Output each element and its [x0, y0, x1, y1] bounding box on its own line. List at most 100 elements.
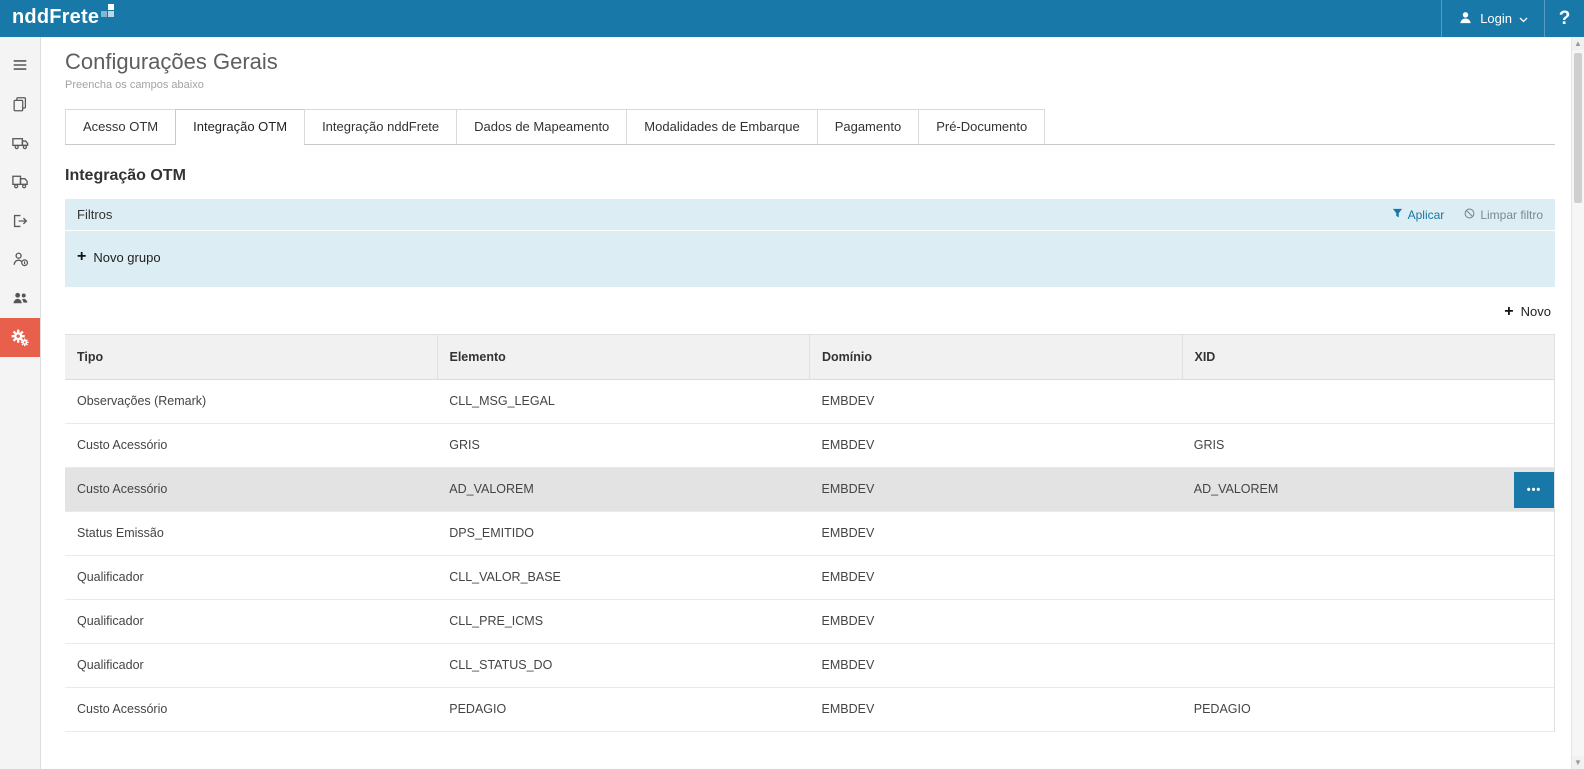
cell-dominio: EMBDEV — [810, 424, 1182, 467]
help-icon: ? — [1559, 8, 1571, 30]
sidebar-item-billing[interactable] — [0, 240, 40, 279]
new-group-label: Novo grupo — [93, 250, 160, 265]
cell-elemento: CLL_PRE_ICMS — [437, 600, 809, 643]
filters-header: Filtros Aplicar Limpar filtro — [65, 199, 1555, 231]
filters-actions: Aplicar Limpar filtro — [1392, 208, 1543, 222]
sidebar-item-export[interactable] — [0, 201, 40, 240]
filters-panel: Filtros Aplicar Limpar filtro — [65, 199, 1555, 287]
table-row[interactable]: Qualificador CLL_STATUS_DO EMBDEV — [65, 644, 1554, 688]
clear-filter-button[interactable]: Limpar filtro — [1464, 208, 1543, 222]
cell-xid — [1182, 556, 1554, 599]
filters-body: + Novo grupo — [65, 231, 1555, 287]
cell-xid: AD_VALOREM — [1182, 468, 1554, 511]
brand-text: nddFrete — [12, 5, 99, 29]
truck-icon — [11, 133, 30, 152]
column-header-dominio[interactable]: Domínio — [809, 335, 1182, 379]
apply-filter-label: Aplicar — [1408, 208, 1445, 222]
scrollbar-down-arrow[interactable]: ▼ — [1572, 756, 1584, 769]
sidebar-item-shipments[interactable] — [0, 162, 40, 201]
table-row[interactable]: Custo Acessório GRIS EMBDEV GRIS — [65, 424, 1554, 468]
section-title: Integração OTM — [65, 167, 1555, 185]
cell-xid — [1182, 644, 1554, 687]
tabs: Acesso OTM Integração OTM Integração ndd… — [65, 109, 1555, 145]
tab-modalidades-de-embarque[interactable]: Modalidades de Embarque — [626, 109, 817, 144]
vertical-scrollbar[interactable]: ▲ ▼ — [1571, 37, 1584, 769]
column-header-tipo[interactable]: Tipo — [65, 335, 437, 379]
sidebar — [0, 37, 41, 769]
cell-tipo: Qualificador — [65, 644, 437, 687]
chevron-down-icon — [1519, 11, 1528, 26]
users-icon — [11, 289, 30, 308]
apply-filter-button[interactable]: Aplicar — [1392, 208, 1445, 222]
cell-xid — [1182, 380, 1554, 423]
sidebar-item-settings[interactable] — [0, 318, 40, 357]
sidebar-item-documents[interactable] — [0, 84, 40, 123]
table-header-row: Tipo Elemento Domínio XID — [65, 335, 1554, 380]
login-label: Login — [1480, 11, 1512, 26]
tab-pagamento[interactable]: Pagamento — [817, 109, 920, 144]
page-title: Configurações Gerais — [65, 49, 1555, 75]
cell-dominio: EMBDEV — [810, 556, 1182, 599]
column-header-xid[interactable]: XID — [1182, 335, 1555, 379]
login-menu[interactable]: Login — [1441, 0, 1544, 37]
cell-dominio: EMBDEV — [810, 600, 1182, 643]
new-button-label: Novo — [1521, 304, 1551, 319]
truck-box-icon — [11, 172, 30, 191]
table-row[interactable]: Status Emissão DPS_EMITIDO EMBDEV — [65, 512, 1554, 556]
table-row-selected[interactable]: Custo Acessório AD_VALOREM EMBDEV AD_VAL… — [65, 468, 1554, 512]
sidebar-item-trucks[interactable] — [0, 123, 40, 162]
brand-logo[interactable]: nddFrete — [12, 5, 115, 37]
tab-integracao-nddfrete[interactable]: Integração nddFrete — [304, 109, 457, 144]
cell-tipo: Custo Acessório — [65, 688, 437, 731]
funnel-icon — [1392, 208, 1403, 222]
cell-dominio: EMBDEV — [810, 688, 1182, 731]
new-group-button[interactable]: + Novo grupo — [77, 250, 161, 265]
new-button[interactable]: + Novo — [1504, 304, 1551, 319]
hamburger-icon — [11, 56, 29, 74]
column-header-elemento[interactable]: Elemento — [437, 335, 810, 379]
cell-tipo: Qualificador — [65, 600, 437, 643]
tab-dados-de-mapeamento[interactable]: Dados de Mapeamento — [456, 109, 627, 144]
sidebar-item-users[interactable] — [0, 279, 40, 318]
cell-elemento: CLL_MSG_LEGAL — [437, 380, 809, 423]
tab-pre-documento[interactable]: Pré-Documento — [918, 109, 1045, 144]
row-actions-button[interactable]: ••• — [1514, 472, 1554, 508]
ban-icon — [1464, 208, 1475, 222]
topbar: nddFrete Login ? — [0, 0, 1584, 37]
filters-title: Filtros — [77, 207, 112, 222]
plus-icon: + — [77, 251, 86, 263]
table-row[interactable]: Qualificador CLL_VALOR_BASE EMBDEV — [65, 556, 1554, 600]
cell-elemento: PEDAGIO — [437, 688, 809, 731]
brand-squares-icon — [101, 4, 115, 23]
cell-elemento: CLL_VALOR_BASE — [437, 556, 809, 599]
table-row[interactable]: Observações (Remark) CLL_MSG_LEGAL EMBDE… — [65, 380, 1554, 424]
cell-dominio: EMBDEV — [810, 380, 1182, 423]
cell-dominio: EMBDEV — [810, 512, 1182, 555]
scrollbar-up-arrow[interactable]: ▲ — [1572, 37, 1584, 50]
user-icon — [1458, 10, 1473, 28]
help-button[interactable]: ? — [1544, 0, 1584, 37]
cell-tipo: Status Emissão — [65, 512, 437, 555]
copy-icon — [11, 95, 29, 113]
cell-elemento: AD_VALOREM — [437, 468, 809, 511]
cell-tipo: Observações (Remark) — [65, 380, 437, 423]
tab-integracao-otm[interactable]: Integração OTM — [175, 109, 305, 145]
cell-tipo: Custo Acessório — [65, 468, 437, 511]
main-content: Configurações Gerais Preencha os campos … — [41, 37, 1571, 769]
table-row[interactable]: Qualificador CLL_PRE_ICMS EMBDEV — [65, 600, 1554, 644]
user-money-icon — [11, 250, 30, 269]
gears-icon — [10, 328, 30, 348]
tab-acesso-otm[interactable]: Acesso OTM — [65, 109, 176, 144]
table-row[interactable]: Custo Acessório PEDAGIO EMBDEV PEDAGIO — [65, 688, 1554, 732]
cell-dominio: EMBDEV — [810, 468, 1182, 511]
cell-xid: GRIS — [1182, 424, 1554, 467]
sidebar-item-menu[interactable] — [0, 45, 40, 84]
scrollbar-thumb[interactable] — [1574, 53, 1582, 203]
cell-xid — [1182, 512, 1554, 555]
cell-xid — [1182, 600, 1554, 643]
cell-tipo: Custo Acessório — [65, 424, 437, 467]
integration-table: Tipo Elemento Domínio XID Observações (R… — [65, 334, 1555, 732]
ellipsis-icon: ••• — [1527, 484, 1542, 496]
cell-tipo: Qualificador — [65, 556, 437, 599]
logout-icon — [11, 212, 29, 230]
